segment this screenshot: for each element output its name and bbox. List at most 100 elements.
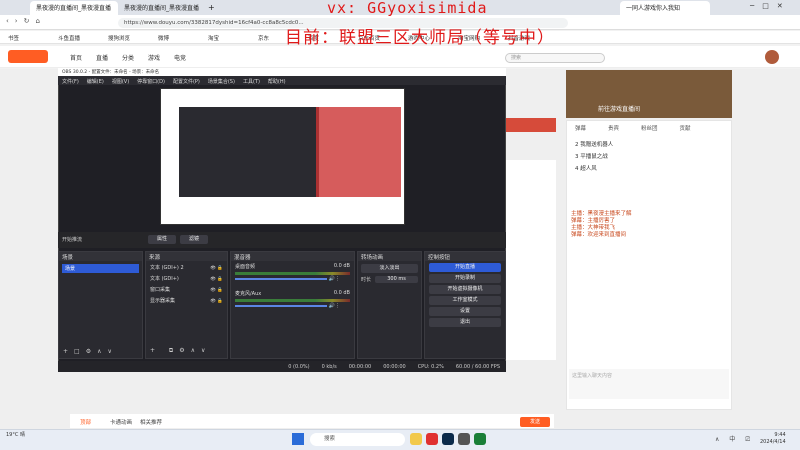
new-tab-icon[interactable]: +: [208, 3, 215, 12]
visibility-icon[interactable]: 👁 🔒: [210, 296, 223, 307]
visibility-icon[interactable]: 👁 🔒: [210, 285, 223, 296]
window-controls-icon[interactable]: ─□✕: [750, 2, 791, 10]
obs-menu-item[interactable]: 停靠窗口(D): [137, 78, 165, 85]
obs-icon[interactable]: [458, 433, 470, 445]
bookmark-item[interactable]: 搜狗浏览: [108, 34, 130, 42]
list-item[interactable]: 2 我赠送机器人: [575, 139, 723, 151]
volume-meter: [235, 272, 350, 275]
bottom-link[interactable]: 相关推荐: [140, 418, 162, 426]
chat-tab[interactable]: 贡献: [680, 124, 691, 132]
obs-menu-item[interactable]: 编辑(E): [87, 78, 104, 85]
chat-message: 主播：黑夜漫主播来了解: [571, 211, 632, 217]
control-button[interactable]: 工作室模式: [429, 296, 501, 305]
visibility-icon[interactable]: 👁 🔒: [210, 263, 223, 274]
room-ad-banner[interactable]: 前往游戏直播间: [566, 70, 732, 118]
control-button[interactable]: 退出: [429, 318, 501, 327]
channel-db: 0.0 dB: [333, 290, 350, 296]
scenes-dock: 场景 场景 +□⚙∧∨: [58, 251, 143, 359]
nested-obs-preview: [179, 107, 319, 197]
chat-tab[interactable]: 弹幕: [575, 124, 586, 132]
browser-tab[interactable]: 一同人游戏你入我知: [620, 1, 710, 15]
site-logo[interactable]: [8, 50, 48, 63]
mute-icon[interactable]: 🔊⋮: [327, 303, 340, 309]
nested-browser-preview: [316, 107, 401, 197]
avatar[interactable]: [765, 50, 779, 64]
duration-label: 时长: [361, 277, 372, 283]
tab-label: 黑夜漫的直播间_黑夜漫直播: [124, 5, 200, 12]
transition-select[interactable]: 淡入淡出: [361, 264, 418, 273]
source-label: 文本 (GDI+): [150, 276, 179, 282]
start-icon[interactable]: [292, 433, 304, 445]
obs-menu-item[interactable]: 文件(F): [62, 78, 79, 85]
filters-button[interactable]: 滤镜: [180, 235, 208, 244]
nav-item[interactable]: 电竞: [174, 53, 186, 62]
control-button[interactable]: 开始录制: [429, 274, 501, 283]
browser-tab[interactable]: 黑夜漫的直播间_黑夜漫直播: [118, 1, 206, 15]
nav-item[interactable]: 直播: [96, 53, 108, 62]
obs-menu-item[interactable]: 视图(V): [112, 78, 129, 85]
bottom-link[interactable]: 顶部: [80, 418, 91, 426]
sources-title: 来源: [146, 252, 227, 261]
status-bitrate: 0 kb/s: [321, 364, 337, 370]
obs-menu-item[interactable]: 工具(T): [243, 78, 260, 85]
scene-controls-icon[interactable]: +□⚙∧∨: [63, 348, 118, 355]
room-title: 前往游戏直播间: [598, 106, 641, 113]
source-label: 窗口采集: [150, 287, 171, 293]
chat-tab[interactable]: 粉丝团: [641, 124, 658, 132]
source-item[interactable]: 文本 (GDI+) 👁 🔒: [150, 274, 223, 285]
duration-input[interactable]: 300 ms: [375, 276, 418, 283]
status-dropped: 0 (0.0%): [288, 364, 310, 370]
mixer-title: 混音器: [231, 252, 354, 261]
control-button[interactable]: 设置: [429, 307, 501, 316]
site-search-input[interactable]: 搜索: [505, 53, 605, 63]
nav-item[interactable]: 分类: [122, 53, 134, 62]
mute-icon[interactable]: 🔊⋮: [327, 276, 340, 282]
source-item[interactable]: 显示器采集 👁 🔒: [150, 296, 223, 307]
volume-slider[interactable]: [235, 305, 327, 307]
bookmark-item[interactable]: 斗鱼直播: [58, 34, 80, 42]
visibility-icon[interactable]: 👁 🔒: [210, 274, 223, 285]
nav-item[interactable]: 首页: [70, 53, 82, 62]
app-icon[interactable]: [474, 433, 486, 445]
obs-menu-item[interactable]: 配置文件(P): [173, 78, 200, 85]
mixer-header: 桌面音频 0.0 dB: [235, 263, 350, 270]
bottom-link[interactable]: 卡通动画: [110, 418, 132, 426]
nav-item[interactable]: 游戏: [148, 53, 160, 62]
browser-icon[interactable]: [426, 433, 438, 445]
bookmark-item[interactable]: 淘宝: [208, 34, 219, 42]
steam-icon[interactable]: [442, 433, 454, 445]
status-stream-time: 00:00:00: [383, 364, 406, 370]
file-explorer-icon[interactable]: [410, 433, 422, 445]
clock[interactable]: 9:44 2024/4/14: [760, 432, 786, 446]
source-item[interactable]: 窗口采集 👁 🔒: [150, 285, 223, 296]
obs-preview[interactable]: [160, 88, 405, 225]
list-item[interactable]: 3 平播鼠之战: [575, 151, 723, 163]
scene-item[interactable]: 场景: [62, 264, 139, 273]
taskbar-search[interactable]: 搜索: [310, 433, 405, 446]
nav-buttons-icon[interactable]: ‹›↻⌂: [6, 17, 46, 25]
source-item[interactable]: 文本 (GDI+) 2 👁 🔒: [150, 263, 223, 274]
volume-slider[interactable]: [235, 278, 327, 280]
bookmark-item[interactable]: 微博: [158, 34, 169, 42]
send-button[interactable]: 发送: [520, 417, 550, 427]
control-button[interactable]: 开始虚拟摄像机: [429, 285, 501, 294]
weather-widget[interactable]: 19°C 晴: [6, 431, 25, 438]
bookmark-item[interactable]: 书签: [8, 34, 19, 42]
chat-message: 主播：大神带我飞: [571, 225, 616, 231]
source-label: 显示器采集: [150, 298, 176, 304]
control-button[interactable]: 开始直播: [429, 263, 501, 272]
obs-menu-item[interactable]: 帮助(H): [268, 78, 286, 85]
tab-label: 黑夜漫的直播间_黑夜漫直播: [36, 5, 112, 12]
bookmark-item[interactable]: 京东: [258, 34, 269, 42]
source-controls-icon[interactable]: + ⧉⚙∧∨: [150, 347, 211, 355]
chat-tab[interactable]: 贵宾: [608, 124, 619, 132]
list-item[interactable]: 4 超人风: [575, 163, 723, 175]
source-toolbar: 开始推流 属性 滤镜: [58, 232, 506, 248]
obs-titlebar: OBS 30.0.2 - 配置文件：未命名 - 场景：未命名: [58, 68, 506, 76]
chat-input[interactable]: 这里输入聊天内容: [569, 369, 729, 399]
properties-button[interactable]: 属性: [148, 235, 176, 244]
no-source-label: 开始推流: [62, 237, 83, 243]
browser-tab[interactable]: 黑夜漫的直播间_黑夜漫直播: [30, 1, 118, 15]
system-tray-icon[interactable]: ∧ 中 ⎚: [715, 434, 754, 444]
obs-menu-item[interactable]: 场景集合(S): [208, 78, 235, 85]
